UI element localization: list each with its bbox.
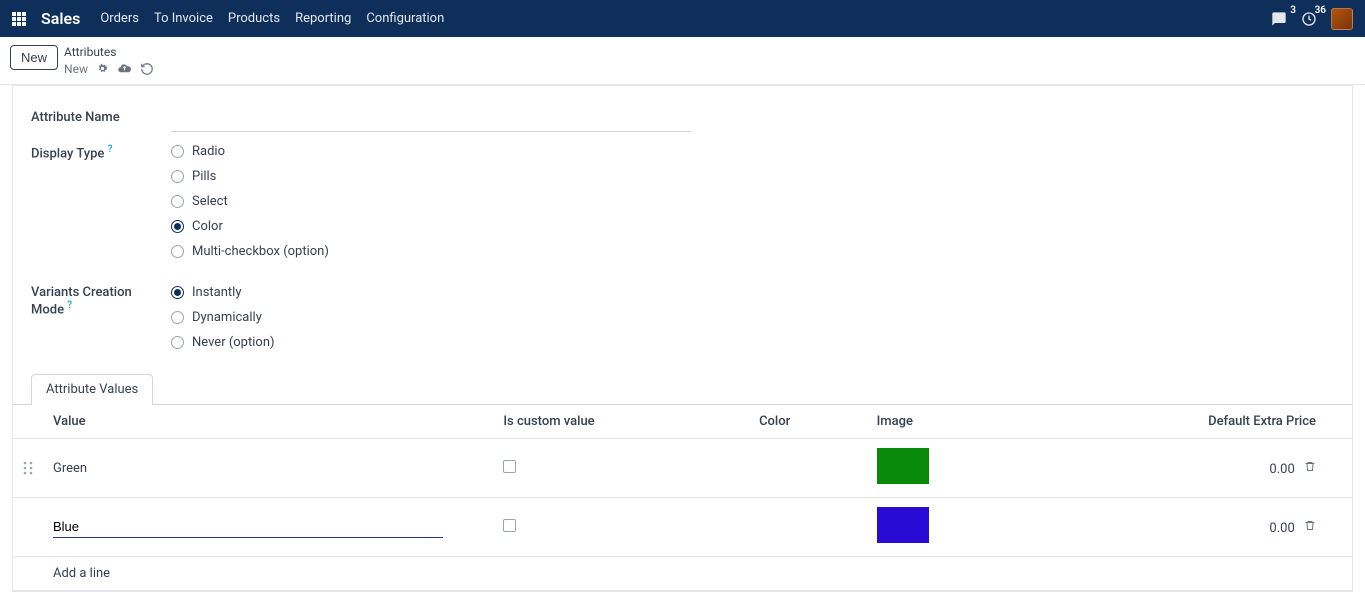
help-icon[interactable]: ? — [108, 144, 113, 155]
price-cell: 0.00 — [1269, 462, 1294, 477]
discard-icon[interactable] — [140, 62, 154, 76]
table-row[interactable]: Green 0.00 — [13, 439, 1352, 498]
radio-label: Color — [192, 219, 223, 234]
radio-label: Select — [192, 194, 228, 209]
custom-checkbox[interactable] — [503, 460, 516, 473]
col-color: Color — [749, 405, 867, 439]
value-cell: Green — [53, 461, 87, 476]
display-type-option[interactable]: Color — [171, 219, 691, 234]
radio-label: Multi-checkbox (option) — [192, 244, 329, 259]
radio-icon — [171, 195, 184, 208]
attribute-values-table: Value Is custom value Color Image Defaul… — [13, 405, 1352, 591]
radio-icon — [171, 286, 184, 299]
help-icon[interactable]: ? — [67, 300, 72, 311]
main-navbar: Sales Orders To Invoice Products Reporti… — [0, 0, 1365, 37]
control-bar: New Attributes New — [0, 37, 1365, 85]
radio-label: Pills — [192, 169, 216, 184]
delete-icon[interactable] — [1304, 521, 1316, 536]
radio-icon — [171, 220, 184, 233]
custom-checkbox[interactable] — [503, 519, 516, 532]
col-custom: Is custom value — [493, 405, 749, 439]
cloud-upload-icon[interactable] — [117, 61, 132, 76]
variants-mode-option[interactable]: Never (option) — [171, 335, 691, 350]
radio-icon — [171, 336, 184, 349]
display-type-option[interactable]: Pills — [171, 169, 691, 184]
col-value: Value — [43, 405, 493, 439]
drag-handle-icon[interactable] — [13, 439, 43, 498]
activity-icon[interactable]: 36 — [1301, 11, 1317, 27]
breadcrumb-parent[interactable]: Attributes — [64, 45, 154, 59]
variants-mode-label: Variants Creation Mode ? — [31, 285, 151, 350]
color-swatch[interactable] — [877, 448, 929, 484]
col-price: Default Extra Price — [1032, 405, 1326, 439]
delete-icon[interactable] — [1304, 462, 1316, 477]
radio-icon — [171, 145, 184, 158]
tab-attribute-values[interactable]: Attribute Values — [31, 374, 153, 405]
messages-icon[interactable]: 3 — [1271, 11, 1287, 27]
messages-badge: 3 — [1290, 5, 1296, 16]
nav-orders[interactable]: Orders — [100, 11, 139, 26]
display-type-label: Display Type ? — [31, 144, 151, 259]
display-type-option[interactable]: Select — [171, 194, 691, 209]
radio-label: Never (option) — [192, 335, 275, 350]
radio-icon — [171, 170, 184, 183]
new-button[interactable]: New — [10, 45, 58, 70]
nav-configuration[interactable]: Configuration — [366, 11, 444, 26]
col-image: Image — [867, 405, 1032, 439]
display-type-option[interactable]: Multi-checkbox (option) — [171, 244, 691, 259]
user-avatar[interactable] — [1331, 8, 1353, 30]
radio-label: Radio — [192, 144, 225, 159]
attribute-name-input[interactable] — [171, 110, 691, 132]
breadcrumb-current: New — [64, 62, 88, 76]
drag-handle-icon[interactable] — [13, 498, 43, 557]
form-sheet: Attribute Name Display Type ? Radio Pills… — [12, 85, 1353, 592]
value-input[interactable] — [53, 516, 443, 538]
color-swatch[interactable] — [877, 507, 929, 543]
add-line-button[interactable]: Add a line — [53, 566, 110, 581]
radio-label: Instantly — [192, 285, 242, 300]
radio-icon — [171, 245, 184, 258]
activity-badge: 36 — [1315, 5, 1326, 16]
radio-label: Dynamically — [192, 310, 262, 325]
gear-icon[interactable] — [96, 62, 109, 75]
display-type-option[interactable]: Radio — [171, 144, 691, 159]
table-row[interactable]: 0.00 — [13, 498, 1352, 557]
nav-reporting[interactable]: Reporting — [295, 11, 351, 26]
variants-mode-option[interactable]: Dynamically — [171, 310, 691, 325]
apps-icon[interactable] — [12, 12, 26, 26]
price-cell: 0.00 — [1269, 521, 1294, 536]
nav-to-invoice[interactable]: To Invoice — [154, 11, 213, 26]
variants-mode-option[interactable]: Instantly — [171, 285, 691, 300]
nav-products[interactable]: Products — [228, 11, 280, 26]
attribute-name-label: Attribute Name — [31, 110, 151, 132]
radio-icon — [171, 311, 184, 324]
brand-title[interactable]: Sales — [41, 9, 80, 28]
